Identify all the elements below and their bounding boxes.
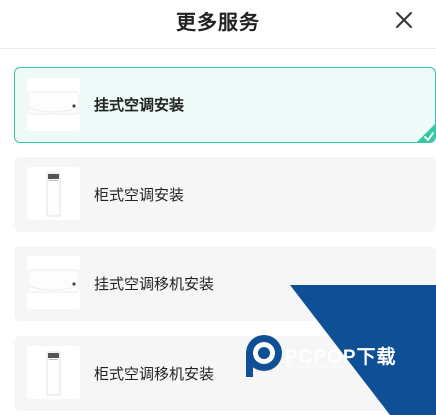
wall-ac-image <box>27 78 80 131</box>
page-title: 更多服务 <box>176 10 260 34</box>
service-item-label: 柜式空调移机安装 <box>94 365 215 383</box>
service-item-wall-ac-relocate[interactable]: 挂式空调移机安装 <box>14 246 436 321</box>
service-item-floor-ac-install[interactable]: 柜式空调安装 <box>14 157 436 232</box>
floor-ac-image <box>27 167 80 220</box>
close-icon <box>396 12 412 28</box>
service-item-wall-ac-install[interactable]: 挂式空调安装 <box>14 67 436 143</box>
checkmark-icon <box>417 124 435 142</box>
floor-ac-image <box>27 346 80 399</box>
service-item-label: 挂式空调移机安装 <box>94 275 215 293</box>
service-item-label: 柜式空调安装 <box>94 186 185 204</box>
wall-ac-image <box>27 256 80 309</box>
sheet-header: 更多服务 <box>0 0 436 49</box>
watermark-subtext: PCPOP Download <box>287 364 348 371</box>
service-item-label: 挂式空调安装 <box>94 96 185 114</box>
more-services-sheet: 更多服务 挂式空调安装 柜式空调安装 挂式空调移机安装 柜式空调移机安装 PCP… <box>0 0 436 415</box>
close-button[interactable] <box>394 10 414 30</box>
